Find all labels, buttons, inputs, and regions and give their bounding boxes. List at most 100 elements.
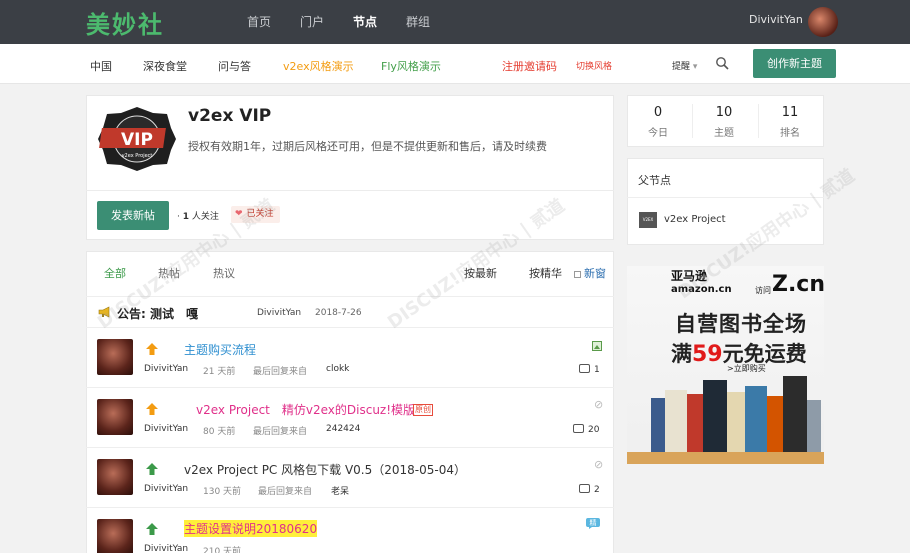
ad-brand-cn: 亚马逊 xyxy=(671,269,708,283)
divider xyxy=(86,447,614,448)
image-icon xyxy=(592,341,602,351)
amazon-ad-banner[interactable]: 亚马逊 amazon.cn 访问 Z.cn 自营图书全场 满59元免运费 >立即购… xyxy=(627,266,824,464)
thread-title[interactable]: 主题购买流程 xyxy=(184,341,256,358)
thread-author-avatar[interactable] xyxy=(97,399,133,435)
book-image xyxy=(651,398,665,452)
stat-today-value: 0 xyxy=(653,105,663,120)
paperclip-icon: ⊘ xyxy=(594,458,604,471)
book-image xyxy=(665,390,687,452)
book-image xyxy=(703,380,727,452)
thread-title[interactable]: v2ex Project 精仿v2ex的Discuz!模版 xyxy=(196,401,415,418)
heart-icon: ❤ xyxy=(235,209,243,219)
new-post-button[interactable]: 发表新帖 xyxy=(97,201,169,230)
up-arrow-icon xyxy=(146,343,158,355)
thread-time: 210 天前 xyxy=(203,547,242,553)
thread-author-avatar[interactable] xyxy=(97,519,133,553)
last-reply-user[interactable]: 242424 xyxy=(326,424,360,434)
comment-icon xyxy=(573,424,584,433)
subnav-item-qa[interactable]: 问与答 xyxy=(218,58,251,74)
tab-sort-essence[interactable]: 按精华 xyxy=(529,265,562,281)
ad-brand: 亚马逊 amazon.cn xyxy=(671,270,732,296)
reply-count[interactable]: 1 xyxy=(579,364,600,375)
thread-author-avatar[interactable] xyxy=(97,459,133,495)
top-bar: 美妙社 首页 门户 节点 群组 DivivitYan xyxy=(0,0,910,44)
nav-portal[interactable]: 门户 xyxy=(300,13,324,30)
book-image xyxy=(783,376,807,452)
parent-node-label: 父节点 xyxy=(638,174,671,187)
subnav-item-china[interactable]: 中国 xyxy=(90,58,112,74)
stat-topics-label: 主题 xyxy=(714,128,734,139)
subnav-item-fly-demo[interactable]: Fly风格演示 xyxy=(381,58,441,74)
username[interactable]: DivivitYan xyxy=(749,13,803,26)
thread-title[interactable]: 主题设置说明20180620 xyxy=(184,520,318,537)
ad-offer-prefix: 满 xyxy=(671,342,692,366)
svg-text:精: 精 xyxy=(590,518,597,527)
comment-icon xyxy=(579,364,590,373)
reply-count[interactable]: 2 xyxy=(579,484,600,495)
last-reply-user[interactable]: 老呆 xyxy=(331,484,349,497)
ad-visit-label: 访问 xyxy=(755,286,771,295)
subnav-item-late-night[interactable]: 深夜食堂 xyxy=(143,58,187,74)
ad-domain: Z.cn xyxy=(772,272,824,297)
announcement-author[interactable]: DivivitYan xyxy=(257,308,301,318)
subnav-item-invite-code[interactable]: 注册邀请码 xyxy=(502,58,557,74)
thread-author[interactable]: DivivitYan xyxy=(144,424,188,434)
search-icon[interactable] xyxy=(715,56,729,70)
chevron-down-icon: ▾ xyxy=(692,62,698,72)
ad-buy-link[interactable]: >立即购买 xyxy=(727,363,766,374)
thread-time: 80 天前 xyxy=(203,427,236,437)
remind-dropdown[interactable]: 提醒 ▾ xyxy=(672,59,697,72)
divider xyxy=(86,507,614,508)
divider xyxy=(758,104,759,138)
stat-topics-value: 10 xyxy=(715,105,733,120)
new-window-toggle[interactable]: 新窗 xyxy=(574,265,606,281)
reply-count-number: 1 xyxy=(594,365,600,375)
nav-home[interactable]: 首页 xyxy=(247,13,271,30)
create-topic-button[interactable]: 创作新主题 xyxy=(753,49,836,78)
divider xyxy=(86,190,614,191)
book-image xyxy=(687,394,703,452)
subnav-item-switch-style[interactable]: 切换风格 xyxy=(576,59,612,72)
last-reply-label: 最后回复来自 xyxy=(258,487,313,497)
thread-title[interactable]: v2ex Project PC 风格包下载 V0.5（2018-05-04） xyxy=(184,461,466,478)
reply-count[interactable]: 20 xyxy=(573,424,599,435)
thread-author[interactable]: DivivitYan xyxy=(144,544,188,553)
remind-label: 提醒 xyxy=(672,62,691,72)
book-image xyxy=(767,396,783,452)
tab-hot-posts[interactable]: 热帖 xyxy=(158,265,180,281)
thread-author[interactable]: DivivitYan xyxy=(144,484,188,494)
announcement-title[interactable]: 公告: 测试 嘎 xyxy=(117,305,198,322)
site-logo[interactable]: 美妙社 xyxy=(86,5,164,40)
last-reply-label: 最后回复来自 xyxy=(253,427,308,437)
node-title: v2ex VIP xyxy=(188,106,272,126)
book-image xyxy=(745,386,767,452)
last-reply-user[interactable]: clokk xyxy=(326,364,349,374)
reply-count-number: 20 xyxy=(588,425,600,435)
comment-icon xyxy=(579,484,590,493)
thread-author[interactable]: DivivitYan xyxy=(144,364,188,374)
parent-node-icon[interactable]: V2EX xyxy=(639,212,657,228)
subnav-item-v2ex-demo[interactable]: v2ex风格演示 xyxy=(283,58,354,74)
vip-badge-subtext: v2ex Project xyxy=(122,153,153,159)
checkbox-icon xyxy=(574,270,581,278)
nav-groups[interactable]: 群组 xyxy=(406,13,430,30)
follow-count-suffix: 人关注 xyxy=(191,212,219,222)
book-image xyxy=(727,392,745,452)
thread-time: 130 天前 xyxy=(203,487,242,497)
divider xyxy=(86,387,614,388)
sub-nav: 中国 深夜食堂 问与答 v2ex风格演示 Fly风格演示 注册邀请码 切换风格 … xyxy=(0,44,910,84)
original-badge: 原创 xyxy=(413,404,433,416)
thread-author-avatar[interactable] xyxy=(97,339,133,375)
nav-nodes[interactable]: 节点 xyxy=(353,13,377,30)
ad-headline: 自营图书全场 xyxy=(675,312,807,336)
up-arrow-icon xyxy=(146,463,158,475)
tab-hot-discussed[interactable]: 热议 xyxy=(213,265,235,281)
parent-node-link[interactable]: v2ex Project xyxy=(664,214,726,225)
divider xyxy=(692,104,693,138)
user-avatar[interactable] xyxy=(808,7,838,37)
stat-today-label: 今日 xyxy=(648,128,668,139)
followed-button[interactable]: ❤ 已关注 xyxy=(231,206,280,223)
essence-icon: 精 xyxy=(586,518,600,529)
tab-sort-latest[interactable]: 按最新 xyxy=(464,265,497,281)
tab-all[interactable]: 全部 xyxy=(104,265,126,281)
